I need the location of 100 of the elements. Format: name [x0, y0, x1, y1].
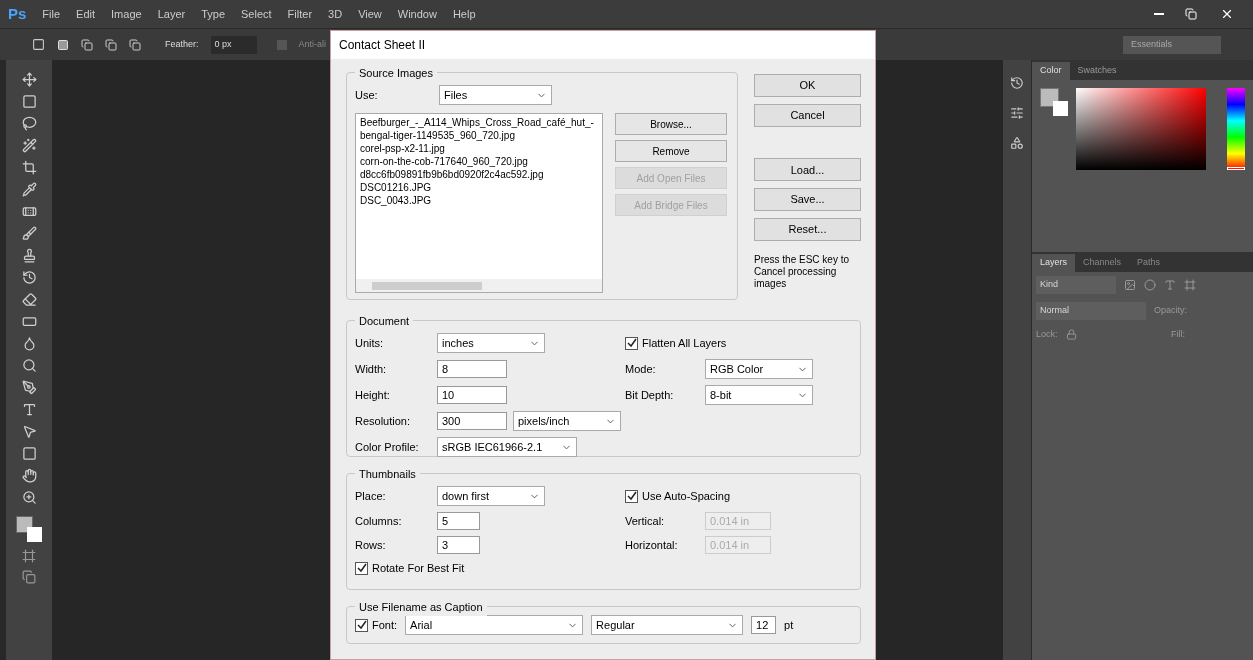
font-select[interactable]: Arial: [405, 615, 584, 635]
new-selection-icon[interactable]: [57, 38, 69, 51]
drop-tool-icon[interactable]: [21, 336, 37, 351]
menu-item[interactable]: Type: [201, 5, 226, 23]
menu-item[interactable]: Help: [452, 5, 476, 23]
field-label: Mode:: [625, 361, 657, 377]
shapes-panel-icon[interactable]: [1010, 136, 1024, 150]
eyedropper-tool-icon[interactable]: [21, 182, 37, 197]
resolution-unit-select[interactable]: pixels/inch: [513, 411, 621, 431]
panel-tab[interactable]: Color: [1032, 62, 1070, 80]
dialog-button[interactable]: Cancel: [754, 103, 861, 127]
file-list-item[interactable]: d8cc6fb09891fb9b6bd0920f2c4ac592.jpg: [360, 168, 598, 181]
pixel-filter-icon[interactable]: [1124, 279, 1136, 291]
hand-tool-icon[interactable]: [21, 468, 37, 483]
pen-tool-icon[interactable]: [21, 380, 37, 395]
panel-tab[interactable]: Paths: [1129, 254, 1169, 272]
restore-icon: [1185, 8, 1197, 20]
stamp-tool-icon[interactable]: [21, 248, 37, 263]
color-swatches-icon[interactable]: [1040, 88, 1068, 116]
menu-item[interactable]: Window: [397, 5, 437, 23]
mode-select[interactable]: RGB Color: [705, 359, 813, 379]
checkbox[interactable]: [355, 618, 368, 632]
intersect-selection-icon[interactable]: [129, 38, 141, 51]
dialog-title: Contact Sheet II: [339, 37, 426, 54]
add-selection-icon[interactable]: [81, 38, 93, 51]
file-list-item[interactable]: Beefburger_-_A114_Whips_Cross_Road_café_hut_-: [360, 116, 598, 129]
file-list-item[interactable]: bengal-tiger-1149535_960_720.jpg: [360, 129, 598, 142]
file-list-item[interactable]: corel-psp-x2-11.jpg: [360, 142, 598, 155]
checkbox[interactable]: [625, 336, 638, 350]
checkbox-option[interactable]: Rotate For Best Fit: [355, 560, 465, 577]
menu-item[interactable]: Edit: [76, 5, 96, 23]
menu-item[interactable]: 3D: [328, 5, 343, 23]
file-list-item[interactable]: DSC_0043.JPG: [360, 194, 598, 207]
file-list-item[interactable]: DSC01216.JPG: [360, 181, 598, 194]
panel-tab[interactable]: Swatches: [1069, 62, 1125, 80]
field-label: Rows:: [355, 537, 387, 553]
checkbox-option[interactable]: Font:: [355, 616, 398, 634]
source-button[interactable]: Remove: [615, 140, 727, 162]
dialog-button[interactable]: Save...: [754, 188, 861, 211]
wand-tool-icon[interactable]: [21, 138, 37, 153]
horizontal-scrollbar[interactable]: [356, 279, 602, 292]
properties-panel-icon[interactable]: [1010, 106, 1024, 120]
bit-depth-select[interactable]: 8-bit: [705, 385, 813, 405]
dialog-button[interactable]: Reset...: [754, 217, 861, 241]
subtract-selection-icon[interactable]: [105, 38, 117, 51]
bandage-tool-icon[interactable]: [21, 204, 37, 219]
crop-tool-icon[interactable]: [21, 160, 37, 175]
units-select[interactable]: inches: [437, 333, 545, 353]
panel-tab[interactable]: Layers: [1032, 254, 1075, 272]
use-select[interactable]: Files: [439, 85, 552, 105]
color-profile-select[interactable]: sRGB IEC61966-2.1: [437, 437, 577, 457]
rows-field[interactable]: 3: [437, 536, 480, 554]
checkbox-option[interactable]: Flatten All Layers: [625, 334, 727, 352]
feather-field[interactable]: 0 px: [210, 35, 257, 54]
hue-slider[interactable]: [1227, 88, 1245, 170]
blend-mode-select[interactable]: Normal: [1036, 302, 1146, 320]
zoom-tool-icon[interactable]: [21, 490, 37, 505]
place-select[interactable]: down first: [437, 486, 545, 506]
color-swatches-icon[interactable]: [16, 516, 42, 542]
checkbox[interactable]: [625, 489, 638, 503]
type-tool-icon[interactable]: [21, 402, 37, 417]
field-label: Vertical:: [625, 513, 666, 529]
menu-item[interactable]: Image: [111, 5, 142, 23]
menu-item[interactable]: File: [42, 5, 61, 23]
field-label: Bit Depth:: [625, 387, 675, 403]
menu-item[interactable]: Select: [241, 5, 272, 23]
dialog-button[interactable]: OK: [754, 73, 861, 97]
anti-alias-checkbox[interactable]: [276, 39, 287, 50]
kind-filter[interactable]: Kind: [1036, 276, 1116, 294]
history-brush-icon[interactable]: [21, 270, 37, 285]
checkbox[interactable]: [355, 561, 368, 575]
color-field[interactable]: [1076, 88, 1206, 170]
width-field[interactable]: 8: [437, 360, 507, 378]
brush-tool-icon[interactable]: [21, 226, 37, 241]
menu-item[interactable]: View: [358, 5, 382, 23]
field-label: Columns:: [355, 513, 403, 529]
columns-field[interactable]: 5: [437, 512, 480, 530]
eraser-tool-icon[interactable]: [21, 292, 37, 307]
rectangle-tool-icon[interactable]: [21, 446, 37, 461]
font-size-field[interactable]: 12: [751, 616, 777, 634]
panel-tab[interactable]: Channels: [1075, 254, 1130, 272]
screen-mode-icon[interactable]: [22, 570, 36, 584]
history-panel-icon[interactable]: [1010, 76, 1024, 90]
menu-item[interactable]: Layer: [157, 5, 186, 23]
hue-slider-thumb[interactable]: [1227, 167, 1245, 170]
file-list-item[interactable]: corn-on-the-cob-717640_960_720.jpg: [360, 155, 598, 168]
font-style-select[interactable]: Regular: [591, 615, 744, 635]
marquee-icon[interactable]: [32, 38, 45, 51]
checkbox-option[interactable]: Use Auto-Spacing: [625, 487, 731, 505]
source-button[interactable]: Browse...: [615, 113, 727, 135]
dialog-button[interactable]: Load...: [754, 158, 861, 182]
move-tool-icon[interactable]: [21, 72, 37, 87]
height-field[interactable]: 10: [437, 386, 507, 404]
field-label: Place:: [355, 488, 387, 504]
lasso-tool-icon[interactable]: [21, 116, 37, 131]
menu-item[interactable]: Filter: [287, 5, 313, 23]
field-label: Resolution:: [355, 413, 412, 429]
pointer-tool-icon[interactable]: [21, 424, 37, 439]
marquee-tool-icon[interactable]: [21, 94, 37, 109]
resolution-field[interactable]: 300: [437, 412, 507, 430]
